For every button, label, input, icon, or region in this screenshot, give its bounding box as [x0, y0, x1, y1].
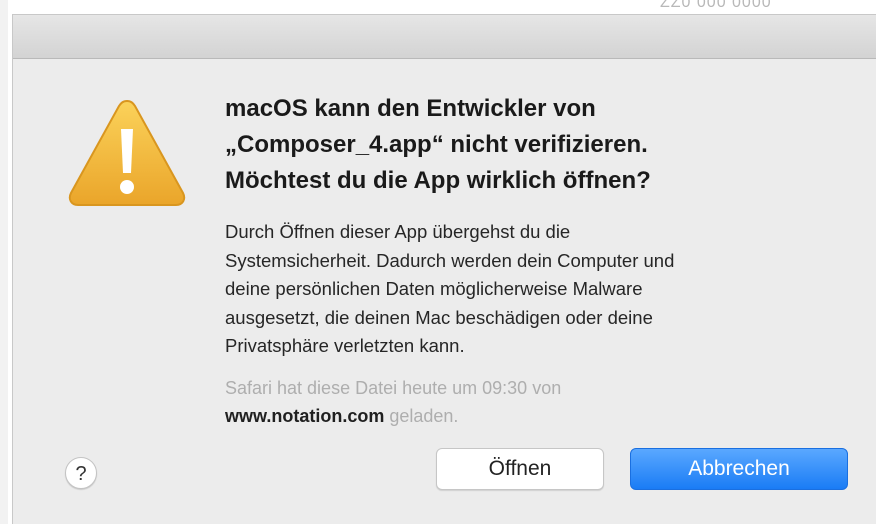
warning-triangle-icon [68, 99, 186, 206]
dialog-title-line: macOS kann den Entwickler von [225, 95, 596, 122]
source-suffix: geladen. [384, 406, 459, 426]
security-alert-dialog: macOS kann den Entwickler von „Composer_… [12, 14, 876, 524]
dialog-message-line: Systemsicherheit. Dadurch werden dein Co… [225, 249, 675, 271]
dialog-titlebar [13, 15, 876, 59]
dialog-message-line: deine persönlichen Daten möglicherweise … [225, 278, 643, 300]
source-prefix: Safari hat diese Datei heute um 09:30 vo… [225, 378, 562, 398]
dialog-message-line: ausgesetzt, die deinen Mac beschädigen o… [225, 306, 653, 328]
cancel-button[interactable]: Abbrechen [630, 448, 848, 490]
dialog-message-line: Privatsphäre verletzten kann. [225, 335, 465, 357]
open-button[interactable]: Öffnen [436, 448, 604, 490]
dialog-title: macOS kann den Entwickler von „Composer_… [225, 91, 845, 199]
background-partial-text: ZZ0 000 0000 [660, 0, 772, 11]
help-button[interactable]: ? [65, 457, 97, 489]
dialog-title-line: „Composer_4.app“ nicht verifizieren. [225, 131, 648, 158]
dialog-title-line: Möchtest du die App wirklich öffnen? [225, 167, 651, 194]
dialog-message: Durch Öffnen dieser App übergehst du die… [225, 218, 845, 361]
dialog-message-line: Durch Öffnen dieser App übergehst du die [225, 221, 571, 242]
background-window-edge [0, 0, 8, 524]
source-host: www.notation.com [225, 406, 385, 426]
download-source-info: Safari hat diese Datei heute um 09:30 vo… [225, 374, 845, 430]
